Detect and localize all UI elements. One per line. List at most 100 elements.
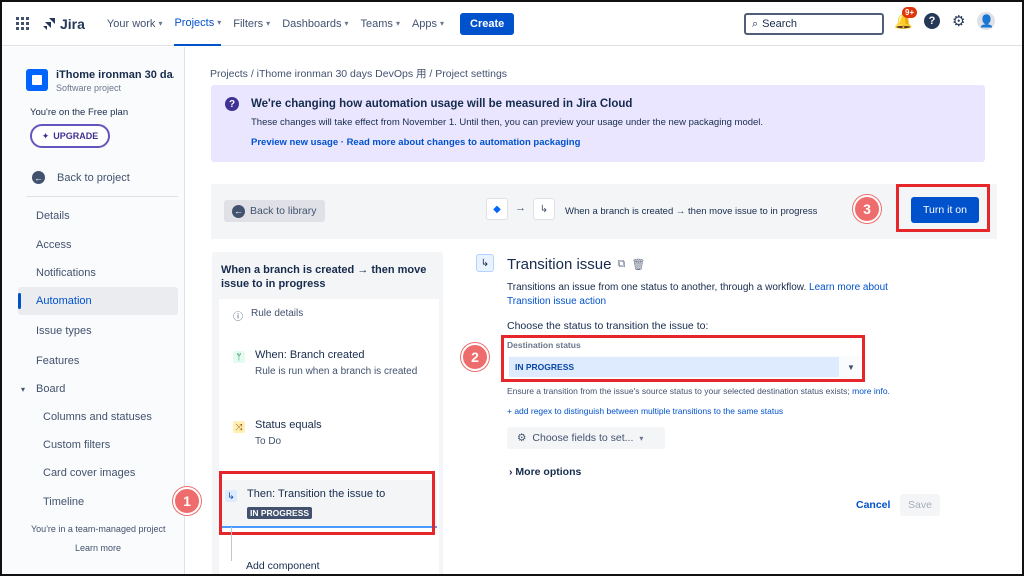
- sidebar-item-columns-and-statuses[interactable]: Columns and statuses: [18, 403, 178, 431]
- sidebar-item-timeline[interactable]: Timeline: [18, 488, 178, 516]
- project-name: iThome ironman 30 da...: [56, 69, 174, 81]
- project-avatar-icon: [26, 69, 48, 91]
- screenshot-frame: Jira Your work ▾ Projects ▾ Filters ▾ Dashb…: [0, 0, 1024, 576]
- nav-dashboards[interactable]: Dashboards ▾: [282, 2, 348, 46]
- arrow-right-icon: →: [515, 202, 526, 214]
- callout-3: 3: [853, 195, 881, 223]
- more-options-toggle[interactable]: › More options: [509, 466, 581, 478]
- automation-usage-banner: ? We're changing how automation usage wi…: [211, 85, 985, 162]
- chevron-down-icon: ▾: [217, 18, 222, 27]
- back-to-project-label: Back to project: [57, 171, 130, 184]
- rule-details-item[interactable]: ⓘ Rule details: [233, 308, 303, 323]
- trash-icon[interactable]: 🗑: [631, 258, 645, 271]
- sidebar-divider: [26, 196, 178, 197]
- upgrade-button[interactable]: ✦ UPGRADE: [30, 124, 110, 148]
- nav-your-work[interactable]: Your work ▾: [107, 2, 163, 46]
- team-managed-note: You're in a team-managed project: [31, 524, 166, 534]
- banner-links[interactable]: Preview new usage · Read more about chan…: [251, 137, 580, 148]
- chevron-down-icon: ▾: [344, 19, 349, 28]
- step-subtitle: Rule is run when a branch is created: [255, 366, 418, 377]
- trigger-diamond-icon: ◆: [486, 198, 508, 220]
- search-placeholder: Search: [762, 18, 798, 30]
- app-switcher-icon[interactable]: [16, 16, 30, 31]
- learn-more-link[interactable]: Learn more: [75, 543, 121, 553]
- sidebar-item-features[interactable]: Features: [18, 347, 178, 375]
- nav-filters[interactable]: Filters ▾: [233, 2, 270, 46]
- plan-status: You're on the Free plan: [30, 107, 129, 118]
- chevron-right-icon: ›: [509, 466, 513, 478]
- more-options-label: More options: [515, 466, 582, 478]
- chevron-down-icon: ▾: [266, 19, 271, 28]
- info-icon: ⓘ: [233, 312, 243, 323]
- question-icon: ?: [225, 97, 239, 111]
- create-button[interactable]: Create: [460, 12, 515, 35]
- nav-teams[interactable]: Teams ▾: [361, 2, 400, 46]
- choose-fields-label: Choose fields to set...: [532, 432, 634, 444]
- choose-status-label: Choose the status to transition the issu…: [507, 320, 709, 332]
- config-description: Transitions an issue from one status to …: [507, 281, 927, 309]
- settings-gear-icon[interactable]: ⚙: [952, 12, 965, 30]
- back-to-library-label: Back to library: [250, 205, 317, 217]
- cancel-button[interactable]: Cancel: [852, 494, 894, 516]
- help-icon[interactable]: ?: [924, 13, 940, 29]
- highlight-box-step: [219, 471, 435, 535]
- banner-text: These changes will take effect from Nove…: [251, 117, 764, 128]
- jira-logo-icon: [43, 17, 55, 30]
- add-component-button[interactable]: Add component: [246, 560, 320, 572]
- chevron-down-icon: ▾: [440, 19, 445, 28]
- config-title-text: Transition issue: [507, 256, 612, 273]
- sparkle-icon: ✦: [41, 130, 50, 141]
- back-arrow-icon: ←: [32, 171, 45, 184]
- destination-note-text: Ensure a transition from the issue's sou…: [507, 386, 853, 396]
- project-type: Software project: [56, 83, 122, 93]
- branch-icon: ᛘ: [233, 351, 245, 363]
- breadcrumb[interactable]: Projects / iThome ironman 30 days DevOps…: [210, 66, 507, 81]
- jira-logo[interactable]: Jira: [42, 16, 85, 32]
- callout-2: 2: [461, 343, 489, 371]
- save-button[interactable]: Save: [900, 494, 940, 516]
- rule-details-label: Rule details: [251, 308, 304, 319]
- choose-fields-button[interactable]: ⚙ Choose fields to set... ▾: [507, 427, 665, 449]
- banner-title: We're changing how automation usage will…: [251, 98, 633, 110]
- callout-1: 1: [173, 487, 201, 515]
- highlight-box-turn-on: [896, 184, 990, 232]
- project-header[interactable]: iThome ironman 30 da... Software project: [26, 69, 174, 93]
- back-to-project-link[interactable]: ← Back to project: [32, 171, 130, 184]
- project-sidebar: iThome ironman 30 da... Software project…: [2, 47, 185, 574]
- rule-summary: When a branch is created → then move iss…: [565, 206, 818, 217]
- sidebar-item-access[interactable]: Access: [18, 231, 178, 259]
- nav-your-work-label: Your work: [106, 17, 156, 30]
- config-title: Transition issue ⧉ 🗑: [507, 256, 645, 273]
- sidebar-item-issue-types[interactable]: Issue types: [18, 317, 178, 345]
- add-regex-link[interactable]: + add regex to distinguish between multi…: [507, 406, 783, 416]
- user-avatar[interactable]: 👤: [977, 12, 996, 30]
- nav-apps-label: Apps: [411, 17, 438, 30]
- more-info-link[interactable]: more info.: [852, 386, 890, 396]
- step-subtitle: To Do: [255, 436, 282, 447]
- destination-note: Ensure a transition from the issue's sou…: [507, 386, 890, 396]
- chevron-down-icon: ▾: [395, 19, 400, 28]
- search-input[interactable]: ⌕ Search: [744, 13, 884, 35]
- nav-teams-label: Teams: [360, 17, 393, 30]
- transition-icon: ↳: [476, 254, 494, 272]
- chevron-down-icon: ▾: [158, 19, 163, 28]
- back-to-library-button[interactable]: ← Back to library: [224, 200, 325, 222]
- nav-projects[interactable]: Projects ▾: [174, 2, 222, 46]
- connector-line: [231, 527, 232, 561]
- sidebar-item-details[interactable]: Details: [18, 202, 178, 230]
- config-description-text: Transitions an issue from one status to …: [507, 282, 810, 293]
- nav-dashboards-label: Dashboards: [282, 17, 342, 30]
- condition-shuffle-icon: ⤨: [233, 421, 245, 433]
- sidebar-item-notifications[interactable]: Notifications: [18, 259, 178, 287]
- copy-icon[interactable]: ⧉: [618, 258, 626, 271]
- upgrade-label: UPGRADE: [53, 131, 99, 141]
- gear-icon: ⚙: [517, 432, 527, 444]
- sidebar-item-automation[interactable]: Automation: [18, 287, 178, 315]
- sidebar-item-custom-filters[interactable]: Custom filters: [18, 431, 178, 459]
- notifications-bell-icon[interactable]: 🔔 9+: [894, 7, 918, 30]
- nav-apps[interactable]: Apps ▾: [412, 2, 444, 46]
- sidebar-item-board[interactable]: Board: [18, 375, 178, 403]
- nav-right-actions: 🔔 9+ ? ⚙ 👤: [894, 7, 996, 30]
- sidebar-item-card-cover-images[interactable]: Card cover images: [18, 459, 178, 487]
- nav-filters-label: Filters: [233, 17, 264, 30]
